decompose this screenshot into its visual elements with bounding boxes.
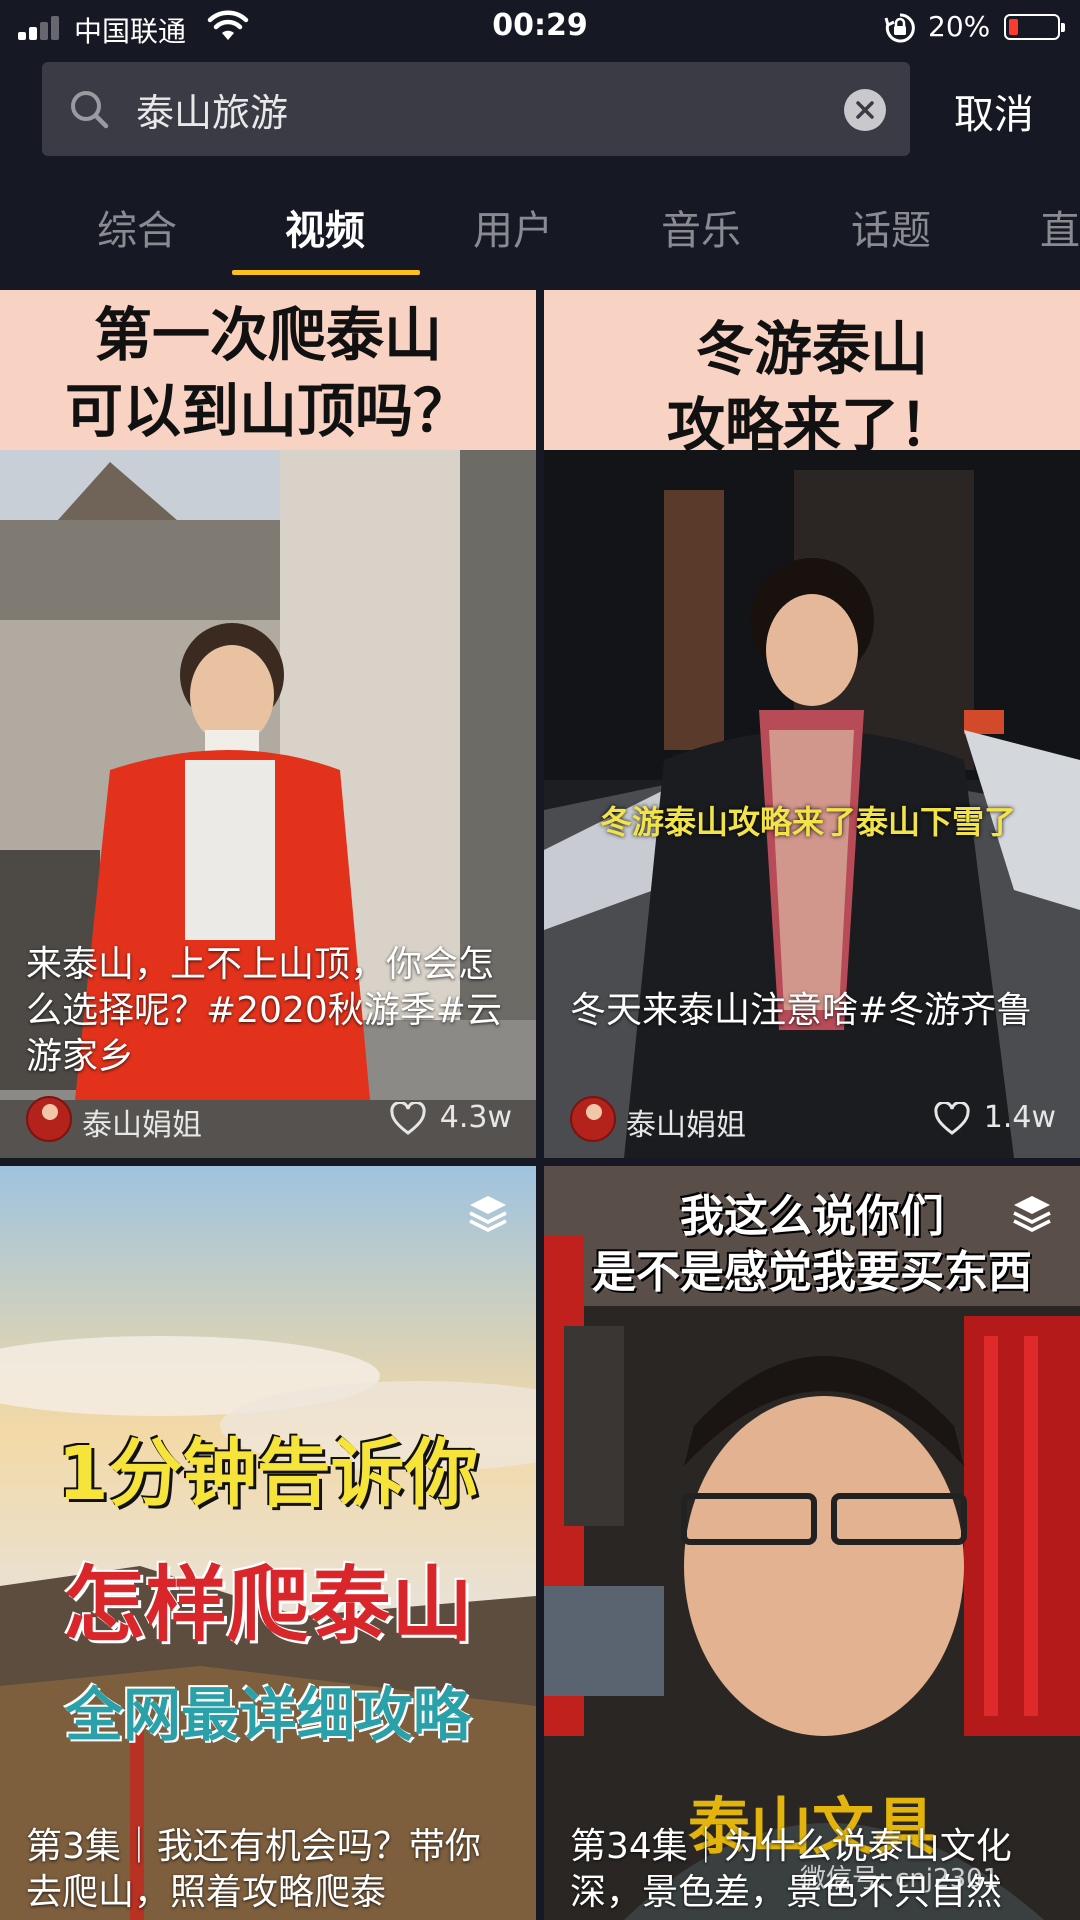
battery-level xyxy=(1009,19,1018,35)
subtitle-sticker: 冬游泰山攻略来了泰山下雪了 xyxy=(600,803,1017,841)
cover-line-2: 怎样爬泰山 xyxy=(62,1558,473,1653)
author-name[interactable]: 泰山娟姐 xyxy=(82,1100,202,1144)
author-row: 泰山娟姐 1.4w xyxy=(570,1096,1056,1144)
tab-music[interactable]: 音乐 xyxy=(606,198,796,256)
like-count: 1.4w xyxy=(983,1100,1056,1135)
status-time: 00:29 xyxy=(492,8,588,43)
tab-users[interactable]: 用户 xyxy=(418,198,608,256)
tab-comprehensive[interactable]: 综合 xyxy=(42,198,232,256)
author-name[interactable]: 泰山娟姐 xyxy=(626,1100,746,1144)
cancel-button[interactable]: 取消 xyxy=(954,82,1034,140)
tab-video[interactable]: 视频 xyxy=(230,198,420,256)
video-card[interactable]: 我这么说你们 是不是感觉我要买东西 泰山文具 第34集｜为什么说泰山文化深，景色… xyxy=(544,1166,1080,1920)
cover-title-line-2: 是不是感觉我要买东西 xyxy=(592,1247,1032,1298)
video-card[interactable]: 1分钟告诉你 怎样爬泰山 全网最详细攻略 第3集｜我还有机会吗？带你去爬山，照着… xyxy=(0,1166,536,1920)
search-icon xyxy=(71,91,109,129)
heart-icon xyxy=(934,1102,970,1135)
cover-title-band: 冬游泰山 攻略来了！ xyxy=(544,290,1080,459)
cover-line-3: 全网最详细攻略 xyxy=(64,1681,471,1749)
wechat-watermark: 微信号: cnj2301 xyxy=(800,1864,1000,1894)
cover-line-1: 1分钟告诉你 xyxy=(57,1431,479,1517)
video-caption: 第3集｜我还有机会吗？带你去爬山，照着攻略爬泰 xyxy=(26,1826,481,1913)
avatar[interactable] xyxy=(26,1096,72,1142)
cover-title-line-2: 攻略来了！ xyxy=(666,391,957,459)
cover-title-line-2: 可以到山顶吗？ xyxy=(64,377,471,445)
cover-title-line-1: 冬游泰山 xyxy=(695,315,928,383)
avatar[interactable] xyxy=(570,1096,616,1142)
author-row: 泰山娟姐 4.3w xyxy=(26,1096,512,1144)
battery-icon xyxy=(1004,14,1065,40)
search-result-tabs: 综合 视频 用户 音乐 话题 直 xyxy=(0,190,1080,278)
video-caption: 来泰山，上不上山顶，你会怎么选择呢？#2020秋游季#云游家乡 xyxy=(26,944,502,1077)
clear-search-icon[interactable] xyxy=(844,89,886,131)
cover-title-line-1: 第一次爬泰山 xyxy=(93,301,442,369)
cover-title-line-1: 我这么说你们 xyxy=(680,1191,944,1242)
tab-live[interactable]: 直 xyxy=(984,198,1080,256)
video-card[interactable]: 第一次爬泰山 可以到山顶吗？ 来泰山，上不上山顶，你会怎么选择呢？#2020秋游… xyxy=(0,290,536,1158)
orientation-lock-icon xyxy=(884,13,915,43)
video-card[interactable]: 冬游泰山 攻略来了！ 冬游泰山攻略来了泰山下雪了 冬天来泰山注意啥#冬游齐鲁 泰… xyxy=(544,290,1080,1158)
battery-percent: 20% xyxy=(928,10,991,43)
search-input[interactable] xyxy=(136,82,836,136)
collection-icon xyxy=(469,1196,507,1232)
active-tab-indicator xyxy=(232,270,420,275)
status-bar: 中国联通 00:29 20% xyxy=(0,0,1080,56)
cover-title-band: 第一次爬泰山 可以到山顶吗？ xyxy=(0,290,536,450)
tab-topics[interactable]: 话题 xyxy=(796,198,986,256)
heart-icon xyxy=(390,1102,426,1135)
search-bar[interactable] xyxy=(42,62,910,156)
like-count: 4.3w xyxy=(439,1100,512,1135)
video-caption: 冬天来泰山注意啥#冬游齐鲁 xyxy=(570,990,1033,1031)
